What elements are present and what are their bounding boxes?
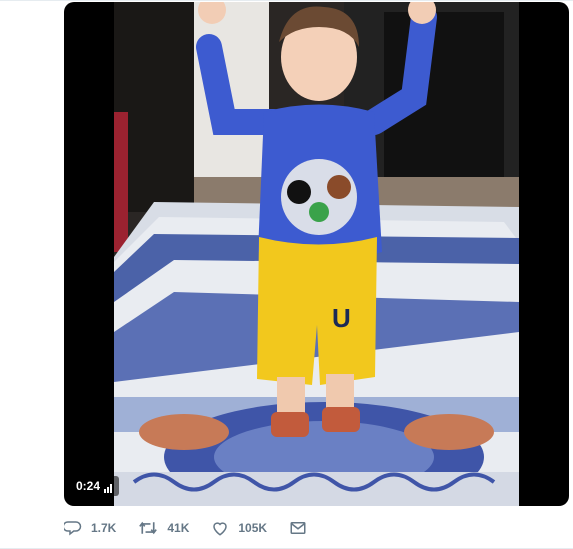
retweet-icon	[139, 521, 158, 535]
signal-bars-icon	[104, 481, 114, 493]
like-button[interactable]: 105K	[211, 519, 267, 537]
video-player[interactable]: U 0:24	[64, 2, 569, 506]
video-timestamp-badge: 0:24	[71, 476, 120, 496]
video-thumbnail: U	[114, 2, 519, 506]
like-count: 105K	[238, 521, 268, 535]
tweet-actions: 1.7K 41K 105K	[64, 516, 338, 540]
retweet-button[interactable]: 41K	[138, 519, 189, 537]
reply-icon	[64, 521, 82, 536]
direct-message-button[interactable]	[289, 519, 316, 537]
divider	[0, 0, 573, 1]
video-frame[interactable]: U	[114, 2, 519, 506]
heart-icon	[213, 522, 228, 536]
tweet-media-card: U 0:24 1.7K 41K 105K	[0, 0, 573, 549]
video-timestamp: 0:24	[76, 479, 101, 493]
reply-count: 1.7K	[91, 521, 117, 535]
svg-text:U: U	[332, 303, 351, 333]
retweet-count: 41K	[167, 521, 190, 535]
reply-button[interactable]: 1.7K	[64, 519, 116, 537]
envelope-icon	[290, 522, 306, 534]
